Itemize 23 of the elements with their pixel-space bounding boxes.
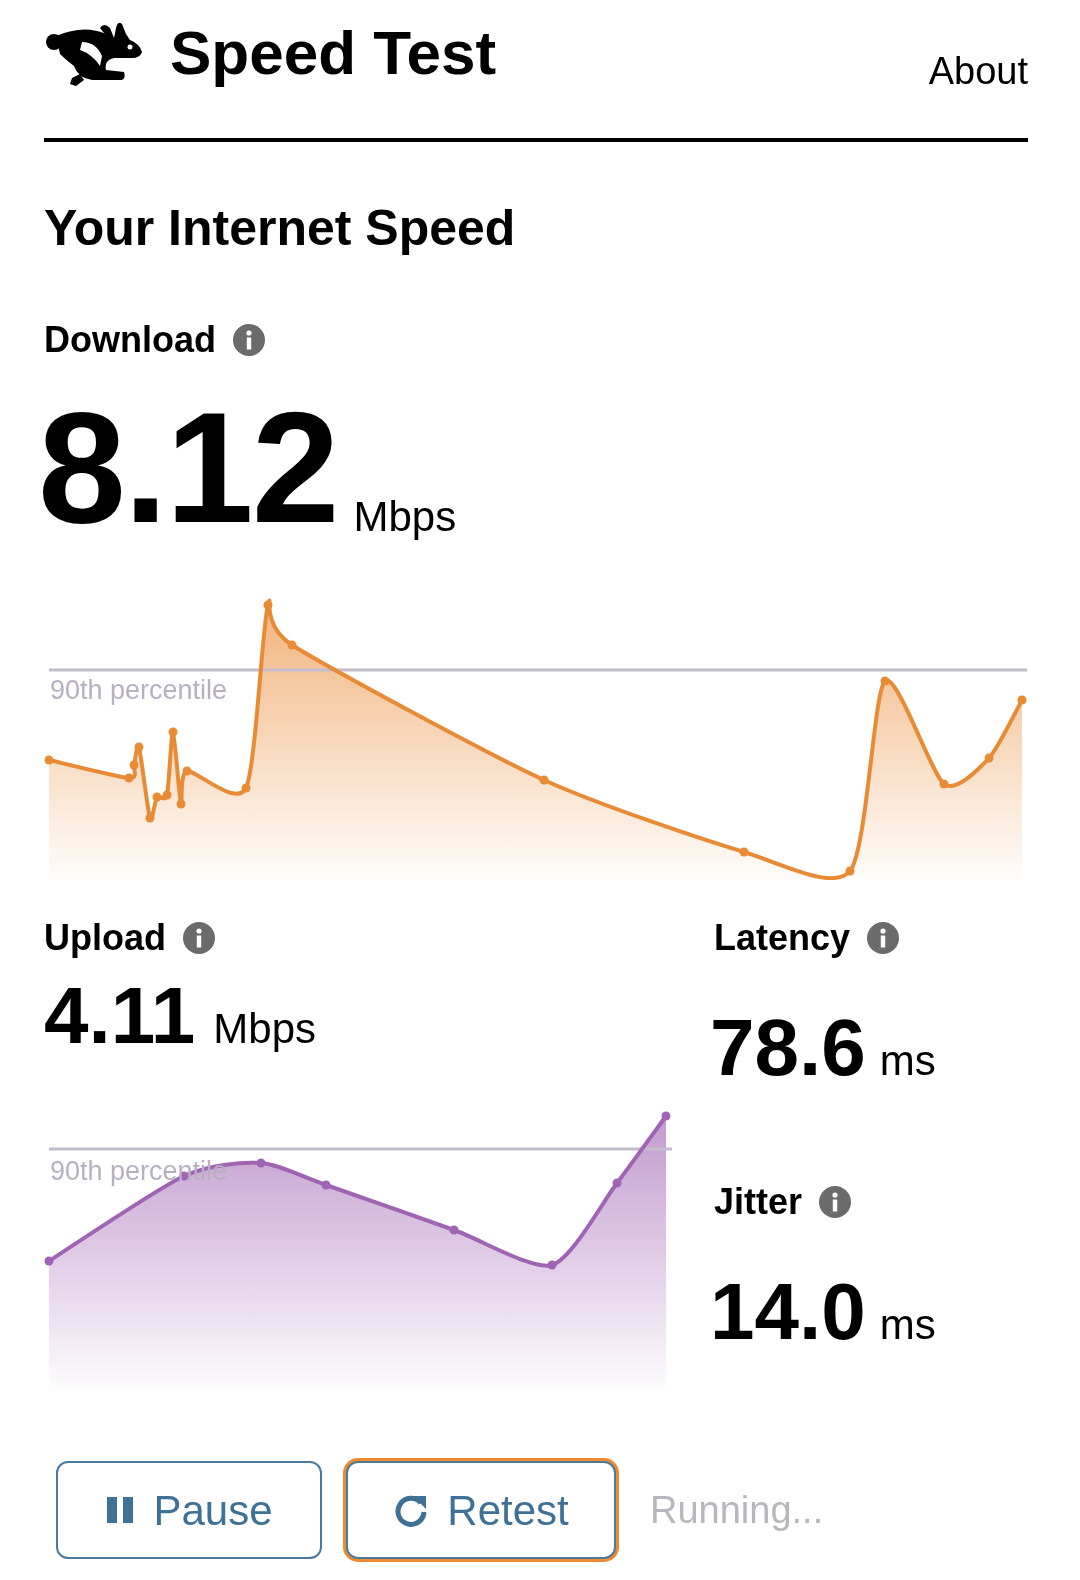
- metric-label: Jitter: [714, 1184, 803, 1220]
- pause-icon: [105, 1495, 136, 1525]
- info-icon[interactable]: [866, 921, 901, 955]
- status-text: Running...: [650, 1487, 824, 1533]
- info-icon[interactable]: [232, 323, 266, 357]
- info-icon[interactable]: [818, 1185, 853, 1219]
- metric-label: Upload: [44, 920, 166, 956]
- metric-label: Download: [44, 322, 216, 358]
- section-heading: Your Internet Speed: [44, 199, 517, 258]
- about-link[interactable]: About: [928, 43, 1028, 100]
- metric-value: 8.12: [38, 388, 338, 546]
- percentile-label: 90th percentile: [50, 677, 228, 704]
- unit-label: ms: [879, 1040, 936, 1082]
- unit-label: Mbps: [213, 1008, 316, 1050]
- metric-value: 78.6: [710, 1008, 866, 1088]
- unit-label: Mbps: [353, 496, 457, 538]
- info-icon[interactable]: [182, 921, 216, 955]
- metric-label: Latency: [714, 920, 851, 956]
- unit-label: ms: [879, 1304, 936, 1346]
- retest-button[interactable]: Retest: [346, 1461, 616, 1559]
- metric-value: 4.11: [44, 976, 196, 1056]
- metric-value: 14.0: [710, 1272, 866, 1352]
- pause-button[interactable]: Pause: [56, 1461, 322, 1559]
